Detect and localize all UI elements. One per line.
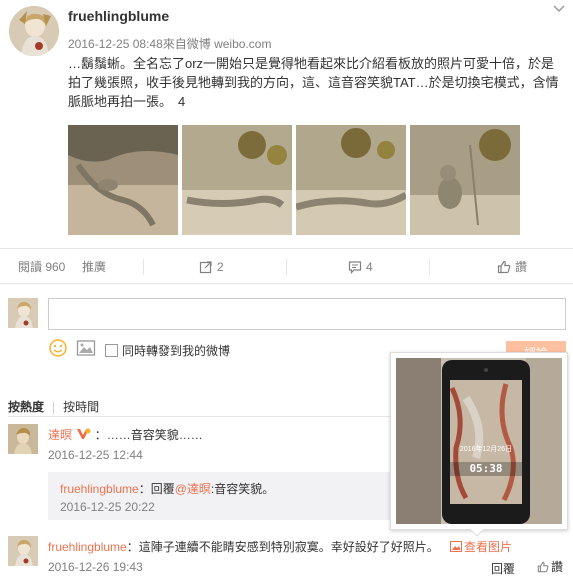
- reply: fruehlingblume：回覆@達暝:音容笑貌。: [60, 480, 274, 497]
- thumbs-up-icon: [497, 260, 511, 274]
- image-icon: [450, 541, 462, 552]
- comment-author[interactable]: fruehlingblume: [48, 540, 127, 554]
- post-image-3[interactable]: [296, 125, 406, 235]
- reply-prefix: ：回覆: [138, 482, 175, 496]
- reply-link[interactable]: 回覆: [491, 560, 515, 577]
- post-text: …鬍鬚蜥。全名忘了orz一開始只是覺得牠看起來比介紹看板放的照片可愛十倍，於是拍…: [68, 54, 566, 111]
- repost-checkbox[interactable]: [105, 344, 118, 357]
- view-image-label: 查看图片: [464, 540, 513, 554]
- post-image-4[interactable]: [410, 125, 520, 235]
- reply-time: 2016-12-25 20:22: [60, 500, 155, 514]
- phone-clock: 05:38: [469, 462, 503, 475]
- comment-text: ……音容笑貌……: [106, 428, 203, 442]
- comment-author[interactable]: 達暝: [48, 428, 72, 442]
- action-bar: 閱讀 960 推廣 2 4 讚: [0, 248, 573, 284]
- phone-date: 2016年12月26日: [459, 446, 513, 453]
- thumbs-up-icon: [537, 561, 549, 573]
- like-label: 讚: [515, 260, 528, 274]
- image-preview-popup[interactable]: 05:38 2016年12月26日: [390, 352, 568, 530]
- reply-mention[interactable]: @達暝: [175, 482, 211, 496]
- comment-sep: ：: [94, 428, 107, 442]
- post-image-2[interactable]: [182, 125, 292, 235]
- reply-author[interactable]: fruehlingblume: [60, 482, 139, 496]
- comment-input[interactable]: [48, 298, 566, 330]
- comment-like-label: 讚: [551, 560, 564, 574]
- divider: [143, 259, 144, 275]
- post-image-1[interactable]: [68, 125, 178, 235]
- tab-sort-by-time[interactable]: 按時間: [63, 400, 99, 414]
- comment-sort-tabs: 按熱度 | 按時間: [8, 398, 107, 415]
- comment-2: fruehlingblume：這陣子連續不能睛安感到特別寂寞。幸好設好了好照片。: [48, 538, 443, 555]
- comment-like-button[interactable]: 讚: [537, 558, 563, 575]
- comment-icon: [348, 261, 362, 274]
- post-meta[interactable]: 2016-12-25 08:48來自微博 weibo.com: [68, 35, 271, 52]
- image-count: 4: [178, 94, 186, 109]
- preview-image[interactable]: 05:38 2016年12月26日: [396, 358, 562, 524]
- read-count: 閱讀 960: [18, 260, 66, 274]
- promote-button[interactable]: 推廣: [82, 249, 106, 285]
- author-name[interactable]: fruehlingblume: [68, 8, 169, 24]
- tab-sort-by-heat[interactable]: 按熱度: [8, 400, 44, 414]
- image-upload-icon[interactable]: [76, 339, 96, 357]
- comment-text: 這陣子連續不能睛安感到特別寂寞。幸好設好了好照片。: [138, 540, 439, 554]
- commenter-avatar[interactable]: [8, 424, 38, 454]
- commenter-avatar[interactable]: [8, 536, 38, 566]
- view-image-link[interactable]: 查看图片: [450, 538, 512, 555]
- repost-checkbox-label: 同時轉發到我的微博: [122, 344, 231, 358]
- weibo-post-card: fruehlingblume 2016-12-25 08:48來自微博 weib…: [0, 0, 573, 578]
- divider: |: [52, 400, 56, 414]
- post-body: …鬍鬚蜥。全名忘了orz一開始只是覺得牠看起來比介紹看板放的照片可愛十倍，於是拍…: [68, 56, 559, 109]
- popup-pointer: [470, 529, 484, 537]
- comment-sep: ：: [126, 540, 139, 554]
- vip-badge-icon[interactable]: [75, 427, 91, 441]
- chevron-down-icon[interactable]: [552, 4, 566, 14]
- repost-icon: [199, 261, 212, 274]
- repost-count: 2: [217, 260, 224, 274]
- comment-time: 2016-12-26 19:43: [48, 560, 143, 574]
- comment-count: 4: [366, 260, 373, 274]
- like-button[interactable]: 讚: [497, 249, 527, 285]
- comment-reply-box: fruehlingblume：回覆@達暝:音容笑貌。 2016-12-25 20…: [48, 472, 408, 520]
- divider: [8, 416, 418, 417]
- author-avatar[interactable]: [9, 6, 59, 56]
- my-avatar[interactable]: [8, 298, 38, 328]
- comment-time: 2016-12-25 12:44: [48, 448, 143, 462]
- repost-button[interactable]: 2: [199, 249, 224, 285]
- reply-text: :音容笑貌。: [210, 482, 275, 496]
- emoji-icon[interactable]: [48, 338, 68, 358]
- divider: [429, 259, 430, 275]
- comment-1: 達暝 ：……音容笑貌……: [48, 426, 203, 443]
- divider: [286, 259, 287, 275]
- comment-button[interactable]: 4: [348, 249, 373, 285]
